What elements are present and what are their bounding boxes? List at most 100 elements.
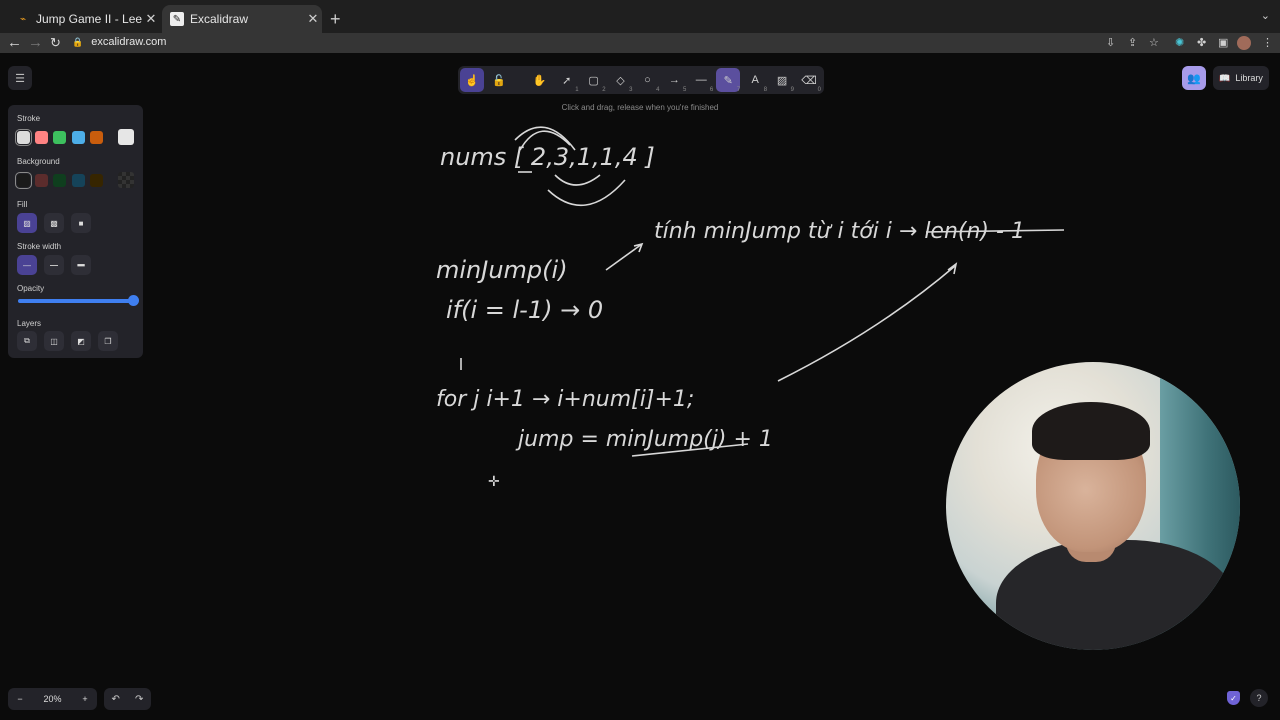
background-swatch-transparent[interactable] — [15, 172, 32, 189]
zoom-controls: − 20% + — [8, 688, 97, 710]
fill-solid-button[interactable]: ■ — [71, 213, 91, 233]
close-tab-icon[interactable]: ✕ — [142, 11, 160, 27]
bring-forward-button[interactable]: ◩ — [71, 331, 91, 351]
keep-tool-active-button[interactable]: ☝ — [460, 68, 484, 92]
shortcut-key: 1 — [575, 87, 579, 93]
install-app-icon[interactable]: ⇩ — [1106, 36, 1115, 49]
address-input[interactable]: 🔒 excalidraw.com — [72, 35, 1102, 49]
zoom-in-button[interactable]: + — [73, 694, 97, 704]
thin-line-icon: — — [23, 260, 31, 270]
rectangle-icon: ▢ — [588, 74, 599, 87]
background-swatch-red[interactable] — [35, 174, 48, 187]
opacity-slider-thumb[interactable] — [128, 295, 139, 306]
webcam-person-shirt — [996, 540, 1236, 650]
line-icon: — — [695, 74, 707, 86]
tab-leetcode[interactable]: ⌁ Jump Game II - LeetCode ✕ — [8, 5, 160, 33]
freedraw-tool-button[interactable]: ✎ 7 — [716, 68, 741, 93]
stroke-current-color[interactable] — [118, 129, 134, 145]
tab-search-icon[interactable]: ⌄ — [1261, 9, 1270, 22]
background-swatch-blue[interactable] — [72, 174, 85, 187]
arrow-tool-button[interactable]: → 5 — [662, 68, 687, 93]
background-swatch-green[interactable] — [53, 174, 66, 187]
crosshatch-icon: ▩ — [50, 218, 58, 228]
shield-icon[interactable]: ✓ — [1227, 691, 1240, 705]
opacity-slider-track[interactable] — [18, 299, 134, 303]
eraser-icon: ⌫ — [801, 74, 817, 87]
undo-redo-controls: ↶ ↷ — [104, 688, 151, 710]
new-tab-button[interactable]: + — [330, 9, 341, 30]
hand-pointer-icon: ☝ — [465, 74, 479, 87]
diamond-icon: ◇ — [616, 74, 625, 87]
send-to-back-button[interactable]: ⧉ — [17, 331, 37, 351]
eraser-tool-button[interactable]: ⌫ 0 — [797, 68, 821, 94]
help-icon: ? — [1256, 693, 1262, 703]
background-swatch-orange[interactable] — [90, 174, 103, 187]
line-tool-button[interactable]: —6 — [689, 68, 714, 93]
stroke-swatch-green[interactable] — [53, 131, 66, 144]
hachure-icon: ▨ — [23, 218, 31, 228]
stroke-swatch-orange[interactable] — [90, 131, 103, 144]
shortcut-key: 3 — [629, 87, 633, 93]
hand-icon: ✋ — [532, 74, 547, 87]
zoom-out-button[interactable]: − — [8, 694, 32, 704]
profile-avatar[interactable] — [1237, 36, 1251, 50]
stroke-width-thin-button[interactable]: — — [17, 255, 37, 275]
fill-crosshatch-button[interactable]: ▩ — [44, 213, 64, 233]
stroke-swatch-blue[interactable] — [72, 131, 85, 144]
side-panel-icon[interactable]: ▣ — [1218, 36, 1228, 49]
fill-label: Fill — [17, 200, 28, 209]
stroke-swatch-red[interactable] — [35, 131, 48, 144]
help-button[interactable]: ? — [1250, 689, 1268, 707]
extension-icon[interactable]: ✺ — [1175, 36, 1184, 49]
close-tab-icon[interactable]: ✕ — [304, 11, 322, 27]
zoom-level[interactable]: 20% — [35, 694, 71, 704]
hamburger-icon: ☰ — [15, 72, 25, 85]
send-backward-button[interactable]: ◫ — [44, 331, 64, 351]
back-icon[interactable]: ← — [7, 34, 22, 51]
reload-icon[interactable]: ↻ — [50, 35, 61, 51]
layers-label: Layers — [17, 319, 42, 328]
tab-excalidraw[interactable]: ✎ Excalidraw ✕ — [162, 5, 322, 33]
send-backward-icon: ◫ — [50, 336, 58, 346]
bring-to-front-icon: ❐ — [104, 336, 112, 346]
shortcut-key: 6 — [709, 87, 714, 93]
stroke-width-extra-bold-button[interactable]: ━ — [71, 255, 91, 275]
lock-tool-button[interactable]: 🔓 — [487, 68, 511, 92]
lock-icon: 🔓 — [492, 74, 506, 87]
collaborate-button[interactable]: 👥 — [1182, 66, 1206, 90]
shortcut-key: 4 — [656, 87, 660, 93]
hand-tool-button[interactable]: ✋ — [528, 68, 552, 92]
fill-hachure-button[interactable]: ▨ — [17, 213, 37, 233]
undo-icon[interactable]: ↶ — [112, 694, 120, 705]
text-tool-button[interactable]: A8 — [743, 68, 767, 93]
tool-hint: Click and drag, release when you're fini… — [561, 103, 719, 112]
redo-icon[interactable]: ↷ — [135, 694, 143, 705]
share-icon[interactable]: ⇪ — [1128, 36, 1137, 49]
rectangle-tool-button[interactable]: ▢ 2 — [582, 68, 605, 94]
pencil-icon: ✎ — [723, 74, 733, 87]
lock-icon: 🔒 — [72, 36, 84, 47]
stroke-swatch-white[interactable] — [15, 129, 32, 146]
extensions-puzzle-icon[interactable]: ✤ — [1197, 36, 1206, 49]
ellipse-tool-button[interactable]: ○ 4 — [635, 68, 660, 93]
leetcode-icon: ⌁ — [19, 13, 27, 25]
library-label: Library — [1235, 73, 1263, 83]
shortcut-key: 5 — [682, 87, 687, 93]
image-tool-button[interactable]: ▨ 9 — [770, 68, 794, 94]
selection-tool-button[interactable]: ➚ 1 — [555, 68, 579, 94]
diamond-tool-button[interactable]: ◇ 3 — [609, 68, 633, 94]
stroke-width-label: Stroke width — [17, 242, 62, 251]
forward-icon[interactable]: → — [28, 34, 43, 51]
library-button[interactable]: 📖 Library — [1213, 66, 1269, 90]
tab-title: Jump Game II - LeetCode — [36, 12, 142, 26]
background-current-color[interactable] — [118, 172, 134, 188]
stroke-width-bold-button[interactable]: — — [44, 255, 64, 275]
arrow-icon: → — [668, 74, 680, 86]
browser-menu-icon[interactable]: ⋮ — [1262, 36, 1273, 49]
webcam-person-hair — [1032, 402, 1150, 460]
cursor-icon: ➚ — [562, 74, 572, 87]
bookmark-star-icon[interactable]: ☆ — [1149, 36, 1159, 49]
bring-to-front-button[interactable]: ❐ — [98, 331, 118, 351]
main-menu-button[interactable]: ☰ — [8, 66, 32, 90]
crosshair-cursor-icon: ✛ — [488, 473, 500, 489]
